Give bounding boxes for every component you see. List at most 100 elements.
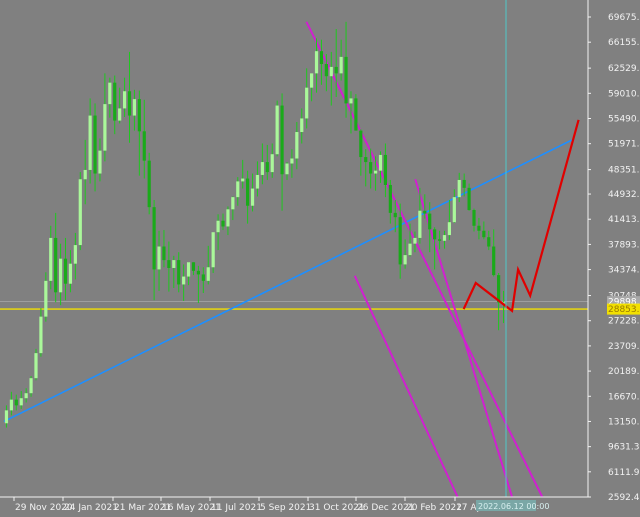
candle-body	[93, 115, 97, 174]
time-tick-label: 20 Feb 2022	[406, 503, 462, 513]
candle-body	[78, 179, 82, 246]
candle-body	[216, 220, 220, 233]
price-chart[interactable]: 69675.70 66155.83 62529.75 59010.30 55490.85…	[0, 0, 640, 517]
candle-body	[98, 150, 102, 174]
candle-body	[49, 237, 53, 281]
candle-body	[373, 170, 378, 174]
candle-body	[162, 246, 166, 261]
candle-body	[285, 163, 289, 175]
candle-body	[63, 258, 68, 284]
candle-body	[457, 179, 461, 198]
price-tick-label: 23709.15	[608, 342, 640, 352]
candle-body	[295, 132, 299, 159]
candle-body	[231, 197, 235, 210]
candle-body	[275, 105, 279, 155]
candle-body	[29, 378, 33, 394]
price-tick-label: 13150.80	[608, 417, 640, 427]
candle-body	[388, 184, 392, 213]
candle-body	[403, 255, 407, 265]
candle-body	[152, 207, 156, 270]
price-tick-label: 59010.30	[608, 89, 640, 99]
candle-body	[339, 56, 343, 74]
price-tick-label: 44932.50	[608, 190, 640, 200]
candle-body	[290, 158, 294, 164]
candle-body	[250, 188, 255, 206]
candle-body	[122, 91, 127, 109]
candle-body	[437, 239, 442, 241]
candle-body	[118, 108, 122, 121]
candle-body	[423, 210, 427, 214]
candle-body	[452, 197, 456, 223]
candle-body	[68, 263, 73, 284]
candle-body	[359, 130, 363, 158]
candle-body	[383, 154, 388, 185]
candle-body	[83, 169, 87, 180]
candle-body	[472, 210, 476, 226]
candle-body	[177, 260, 181, 285]
candle-body	[4, 410, 9, 424]
candle-body	[167, 260, 171, 268]
candle-body	[206, 267, 210, 281]
candle-body	[14, 399, 18, 406]
cursor-date-label: 2022.06.12 00:00	[478, 502, 549, 511]
price-tick-label: 62529.75	[608, 64, 640, 74]
price-tick-label: 9631.35	[608, 443, 640, 453]
candle-body	[319, 51, 324, 65]
time-tick-label: 5 Sep 2021	[260, 503, 311, 513]
chart-canvas[interactable]: 69675.70 66155.83 62529.75 59010.30 55490.85…	[0, 0, 640, 517]
candle-body	[182, 276, 186, 285]
candle-body	[467, 187, 471, 211]
candle-body	[270, 154, 274, 173]
candle-body	[241, 178, 245, 182]
price-tick-label: 66155.83	[608, 38, 640, 48]
candle-body	[334, 66, 338, 74]
candle-body	[364, 157, 368, 163]
candle-body	[354, 98, 358, 131]
candle-body	[226, 209, 230, 227]
time-tick-label: 11 Jul 2021	[211, 503, 262, 513]
candle-body	[113, 82, 117, 121]
candle-body	[196, 270, 201, 275]
price-tick-label: 55490.85	[608, 114, 640, 124]
candle-body	[482, 230, 486, 238]
candle-body	[103, 104, 107, 151]
candle-body	[497, 275, 501, 303]
candle-body	[300, 118, 304, 133]
candle-body	[191, 262, 196, 271]
candle-body	[309, 73, 314, 88]
candle-body	[408, 243, 412, 256]
candle-body	[305, 87, 309, 119]
candle-body	[492, 246, 496, 276]
candle-body	[329, 66, 333, 77]
candle-body	[108, 82, 112, 105]
candle-body	[44, 280, 48, 317]
candle-body	[132, 99, 137, 116]
price-tick-label: 69675.70	[608, 13, 640, 23]
candle-body	[265, 162, 269, 173]
price-tick-label: 37893.60	[608, 240, 640, 250]
candle-body	[147, 160, 151, 208]
candle-body	[88, 115, 92, 170]
candle-body	[255, 174, 260, 189]
candle-body	[221, 220, 225, 227]
candle-body	[19, 398, 23, 406]
candle-body	[369, 162, 373, 174]
candle-body	[349, 98, 353, 104]
candle-body	[9, 399, 13, 411]
candle-body	[280, 105, 284, 175]
candle-body	[447, 222, 452, 236]
candle-body	[324, 64, 328, 77]
candle-body	[433, 229, 437, 240]
candle-body	[398, 217, 402, 265]
candle-body	[477, 225, 481, 231]
price-tick-label: 51971.40	[608, 140, 640, 150]
candle-body	[418, 210, 422, 238]
candle-body	[442, 235, 447, 241]
candle-body	[413, 237, 417, 244]
candle-body	[428, 213, 432, 230]
candle-body	[487, 237, 491, 247]
candle-body	[73, 245, 77, 264]
candle-body	[54, 237, 58, 293]
candle-body	[260, 162, 264, 175]
candle-body	[39, 316, 43, 354]
